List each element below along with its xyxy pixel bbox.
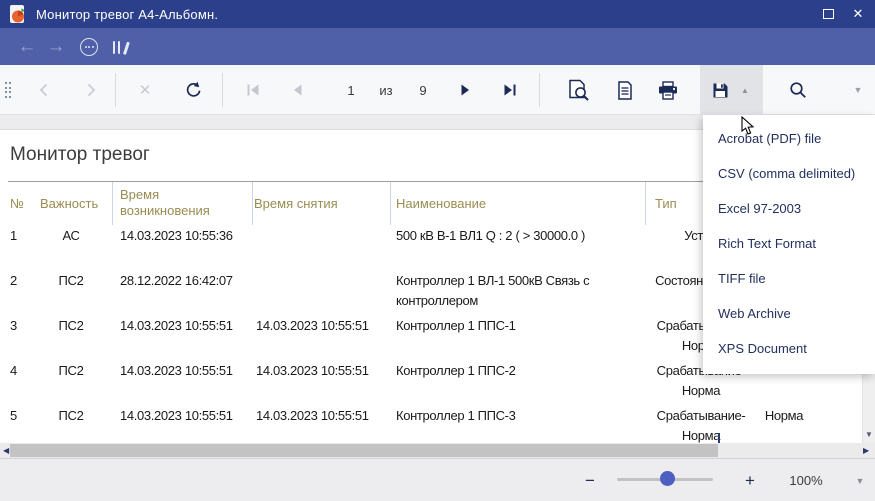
cell-time-raised: 14.03.2023 10:55:51 [120,316,252,336]
export-dropdown-caret-icon: ▲ [736,65,754,115]
maximize-button[interactable] [813,0,843,28]
history-forward-icon[interactable] [81,65,101,115]
mouse-cursor [741,116,755,141]
column-divider [645,182,646,225]
col-header-time-raised: Время возникновения [120,182,220,224]
save-floppy-icon [708,65,732,115]
search-icon[interactable] [786,65,810,115]
scroll-down-icon[interactable]: ▼ [865,430,873,439]
toolbar-overflow-icon[interactable]: ▼ [848,65,868,115]
export-menu-item[interactable]: CSV (comma delimited) [703,156,875,191]
history-back-icon[interactable] [34,65,54,115]
circle-menu-icon[interactable] [76,28,102,65]
col-header-type: Тип [655,182,677,224]
col-header-name: Наименование [396,182,486,224]
page-of-label: из [374,65,398,115]
window-title: Монитор тревог А4-Альбомн. [36,7,218,22]
cell-type: Срабатывание- Норма [645,406,757,443]
cell-severity: АС [30,226,112,246]
cell-num: 5 [10,406,32,426]
cell-time-cleared: 14.03.2023 10:55:51 [256,316,388,336]
export-menu-item[interactable]: Excel 97-2003 [703,191,875,226]
app-icon [8,4,28,30]
zoom-out-button[interactable]: − [582,459,598,501]
column-divider [252,182,253,225]
page-setup-icon[interactable] [614,65,636,115]
prev-page-icon[interactable] [288,65,306,115]
cell-severity: ПС2 [30,271,112,291]
app-window: Монитор тревог А4-Альбомн. ✕ ← → ✕ [0,0,875,501]
cell-time-raised: 14.03.2023 10:55:36 [120,226,252,246]
toolbar-divider [115,73,116,107]
maximize-icon [823,9,834,19]
toolbar-divider [539,73,540,107]
col-header-severity: Важность [40,182,98,224]
nav-back-icon[interactable]: ← [14,28,40,65]
page-edge-mark [718,433,720,443]
cell-num: 3 [10,316,32,336]
export-menu-item[interactable]: Rich Text Format [703,226,875,261]
column-divider [390,182,391,225]
export-menu-item[interactable]: Web Archive [703,296,875,331]
table-row: 5 ПС2 14.03.2023 10:55:51 14.03.2023 10:… [0,402,862,443]
titlebar: Монитор тревог А4-Альбомн. ✕ [0,0,875,28]
cell-time-raised: 14.03.2023 10:55:51 [120,406,252,426]
last-page-icon[interactable] [500,65,520,115]
cell-num: 2 [10,271,32,291]
library-icon[interactable] [106,28,132,65]
cell-time-cleared: 14.03.2023 10:55:51 [256,361,388,381]
scroll-left-icon[interactable]: ◀ [3,443,9,458]
cell-name: Контроллер 1 ВЛ-1 500кВ Связь с контролл… [396,271,611,311]
horizontal-scroll-thumb[interactable] [10,444,718,457]
cell-name: Контроллер 1 ППС-2 [396,361,611,381]
col-header-num: № [10,182,24,224]
cell-name: 500 кВ В-1 ВЛ1 Q : 2 ( > 30000.0 ) [396,226,611,246]
cell-time-raised: 28.12.2022 16:42:07 [120,271,252,291]
zoom-in-button[interactable]: + [742,459,758,501]
cell-num: 4 [10,361,32,381]
export-save-button[interactable]: ▲ [700,65,763,115]
export-menu-item[interactable]: TIFF file [703,261,875,296]
close-button[interactable]: ✕ [843,0,873,28]
next-page-icon[interactable] [456,65,474,115]
print-icon[interactable] [656,65,680,115]
export-menu-item[interactable]: Acrobat (PDF) file [703,121,875,156]
scroll-right-icon[interactable]: ▶ [863,443,869,458]
zoom-dropdown-icon[interactable]: ▼ [852,459,868,501]
print-preview-icon[interactable] [566,65,590,115]
cell-state: Норма [742,406,826,426]
export-format-menu: Acrobat (PDF) file CSV (comma delimited)… [703,115,875,374]
col-header-time-cleared: Время снятия [254,182,338,224]
nav-forward-icon[interactable]: → [43,28,69,65]
cancel-icon[interactable]: ✕ [135,65,155,115]
toolbar-divider [222,73,223,107]
horizontal-scrollbar[interactable]: ◀ ▶ [0,443,875,458]
report-title: Монитор тревог [10,144,150,166]
cell-name: Контроллер 1 ППС-3 [396,406,611,426]
cell-num: 1 [10,226,32,246]
report-toolbar: ✕ 1 из 9 [0,65,875,115]
cell-severity: ПС2 [30,361,112,381]
cell-name: Контроллер 1 ППС-1 [396,316,611,336]
cell-severity: ПС2 [30,316,112,336]
grip-handle-icon[interactable] [2,65,14,115]
browser-navbar: ← → [0,28,875,65]
cell-time-cleared: 14.03.2023 10:55:51 [256,406,388,426]
first-page-icon[interactable] [243,65,263,115]
export-menu-item[interactable]: XPS Document [703,331,875,366]
statusbar: − + 100% ▼ [0,458,875,501]
cell-severity: ПС2 [30,406,112,426]
close-icon: ✕ [853,6,864,22]
refresh-icon[interactable] [182,65,204,115]
zoom-slider-thumb[interactable] [660,471,675,486]
cell-time-raised: 14.03.2023 10:55:51 [120,361,252,381]
page-number[interactable]: 1 [342,65,360,115]
zoom-level[interactable]: 100% [786,459,826,501]
page-total: 9 [415,65,431,115]
column-divider [112,182,113,225]
